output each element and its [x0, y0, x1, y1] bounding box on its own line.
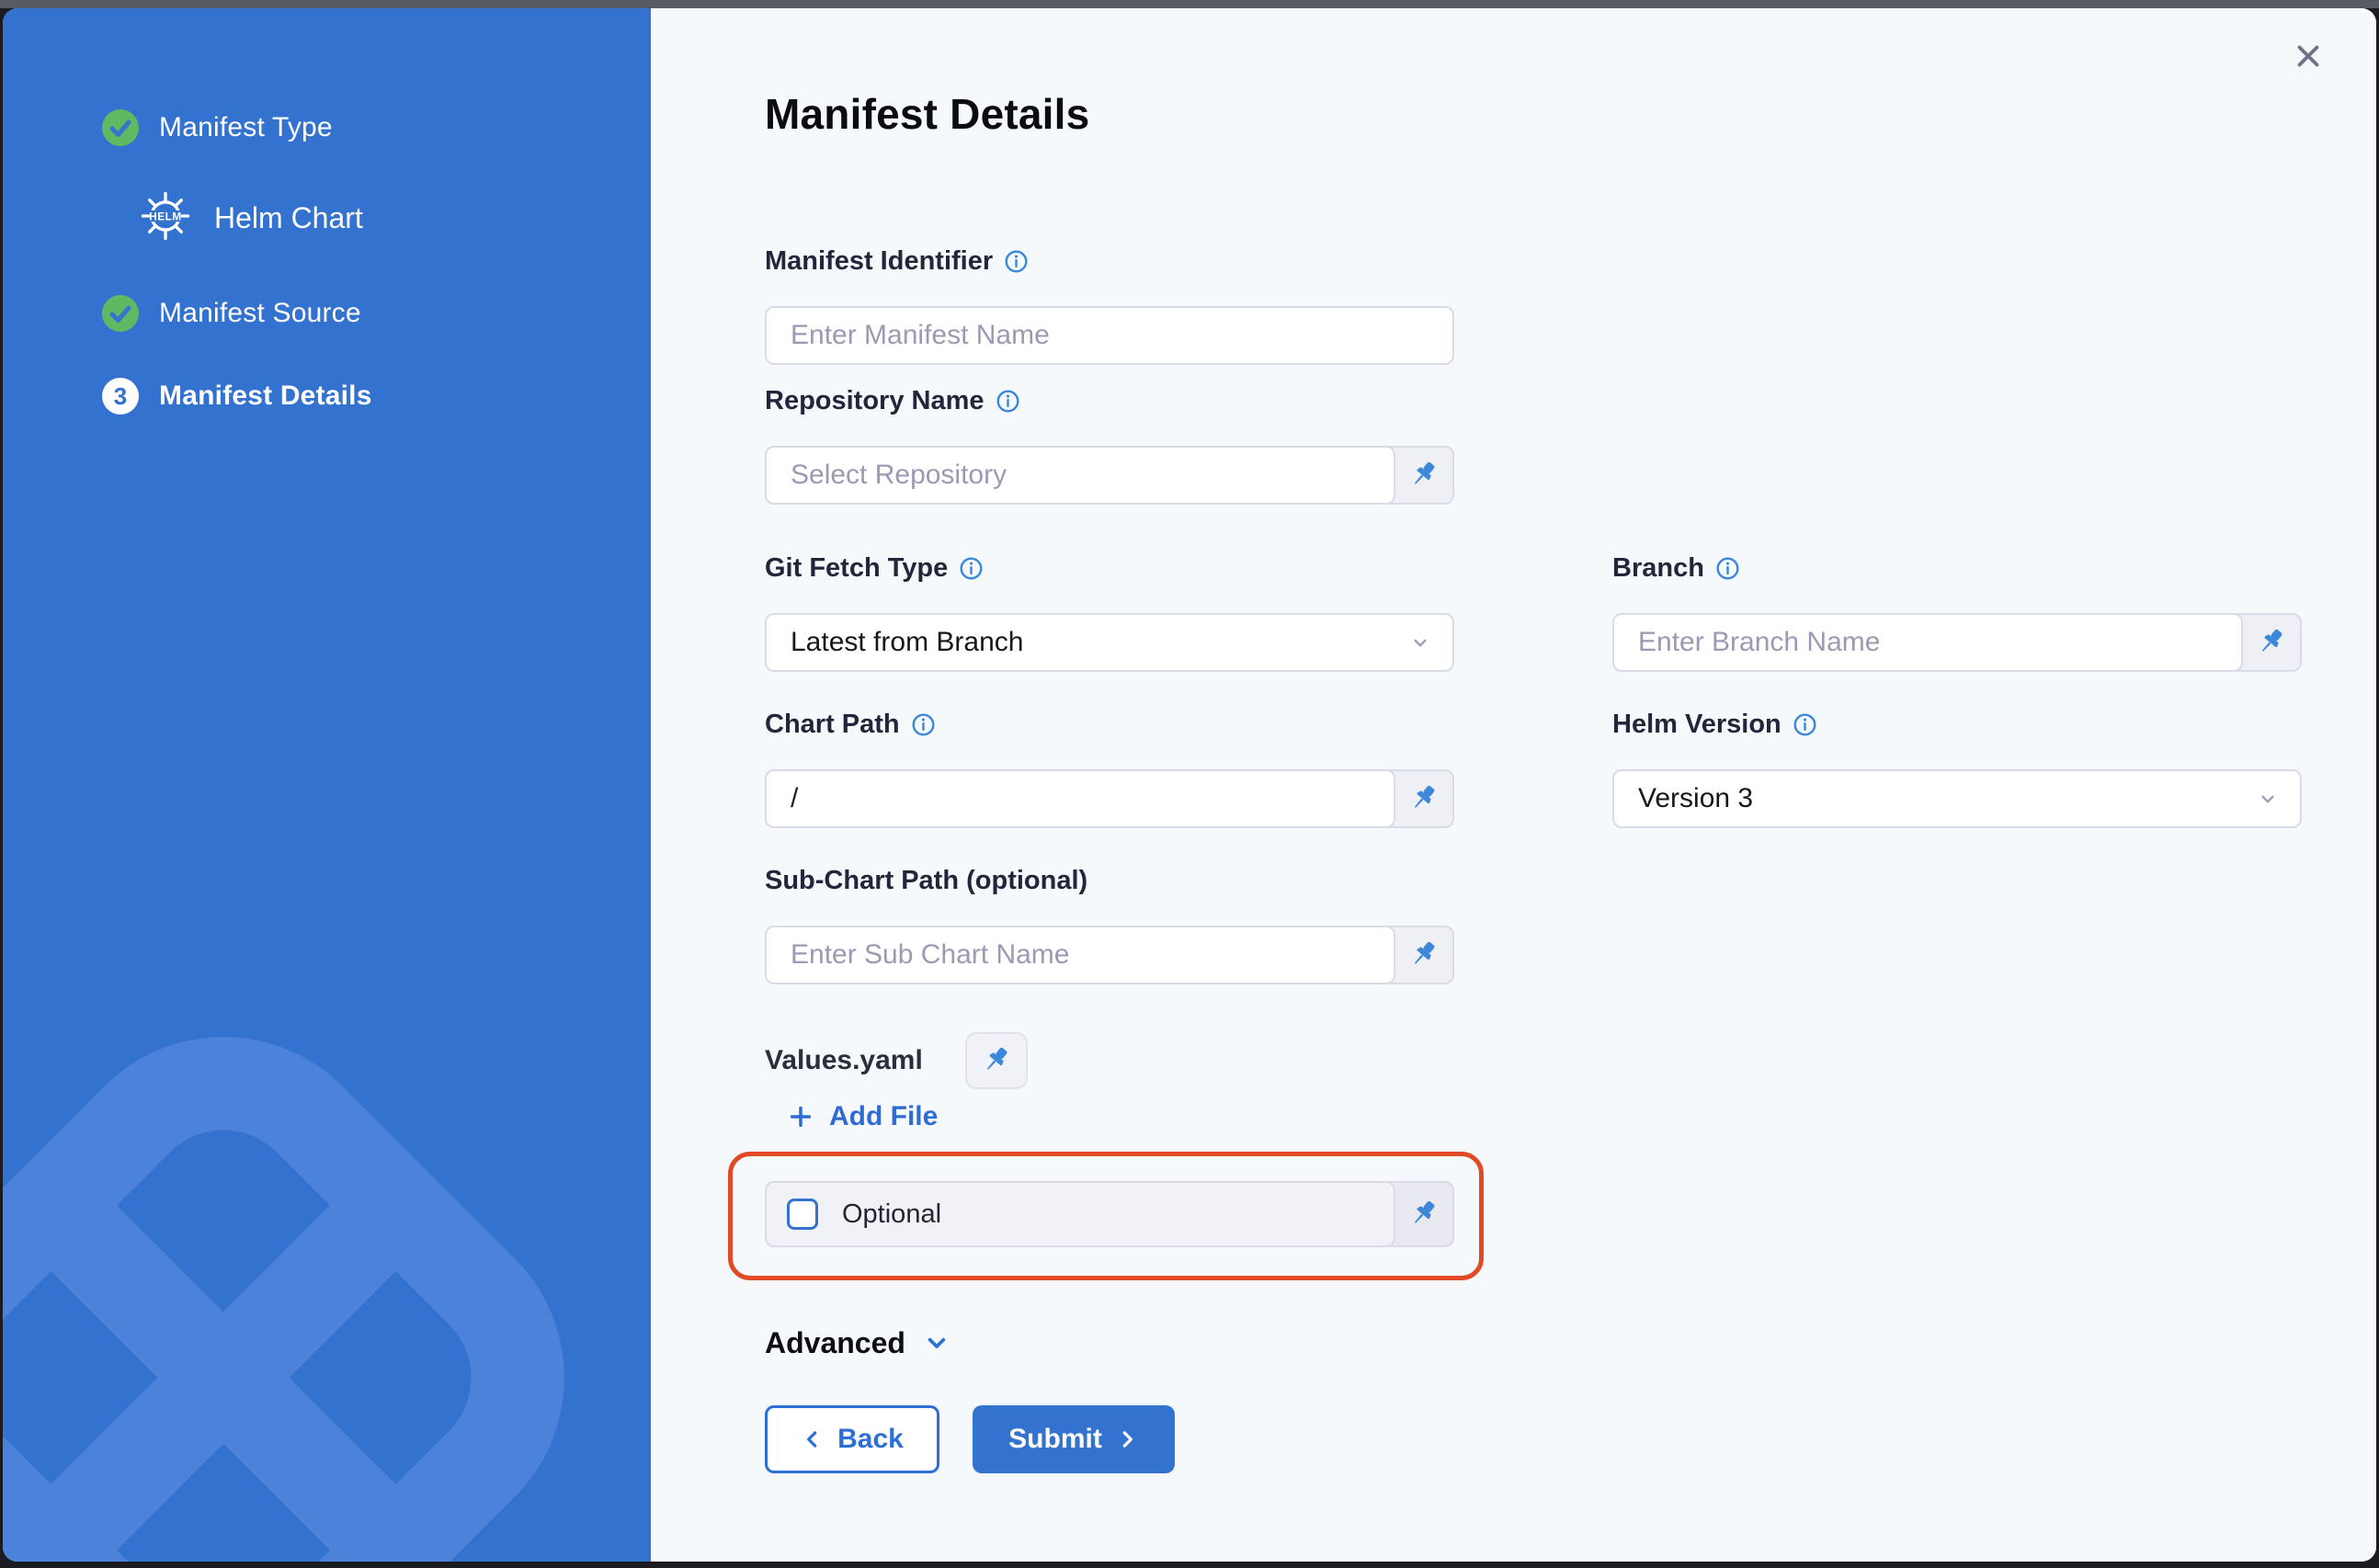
step-complete-icon	[102, 295, 139, 332]
pin-toggle-button[interactable]	[965, 1032, 1028, 1089]
manifest-wizard-dialog: Manifest Type HELM	[3, 8, 2376, 1562]
helm-icon-text: HELM	[149, 210, 181, 222]
step-manifest-type[interactable]: Manifest Type	[102, 100, 651, 155]
git-fetch-type-value: Latest from Branch	[791, 627, 1023, 658]
helm-version-label: Helm Version	[1612, 710, 1781, 740]
manifest-details-panel: Manifest Details Manifest Identifier Rep…	[651, 8, 2376, 1562]
selected-type-label: Helm Chart	[214, 201, 363, 235]
pin-toggle-button[interactable]	[1395, 771, 1452, 826]
pin-icon	[1407, 938, 1440, 971]
info-icon[interactable]	[959, 556, 984, 581]
optional-highlight-outline: Optional	[728, 1152, 1484, 1280]
chevron-left-icon	[801, 1427, 825, 1451]
step-label: Manifest Type	[159, 112, 333, 143]
pin-icon	[1407, 1198, 1440, 1231]
chevron-down-icon	[1408, 631, 1432, 654]
add-file-button[interactable]: Add File	[787, 1098, 1476, 1135]
git-fetch-type-label: Git Fetch Type	[765, 553, 948, 584]
step-manifest-details[interactable]: 3 Manifest Details	[102, 369, 651, 424]
git-fetch-type-group: Git Fetch Type Latest from Branch	[765, 552, 1454, 672]
info-icon[interactable]	[911, 712, 936, 737]
wizard-steps-sidebar: Manifest Type HELM	[3, 8, 651, 1562]
sub-chart-path-input[interactable]	[767, 927, 1394, 983]
branch-label: Branch	[1612, 553, 1704, 584]
chevron-right-icon	[1115, 1427, 1139, 1451]
dialog-actions: Back Submit	[765, 1405, 1454, 1473]
optional-checkbox[interactable]	[787, 1199, 818, 1230]
chart-path-input[interactable]	[767, 771, 1394, 826]
selected-manifest-type-helm-chart: HELM Helm Chart	[139, 188, 651, 247]
close-icon	[2291, 39, 2326, 74]
advanced-toggle[interactable]: Advanced	[765, 1324, 1454, 1361]
close-button[interactable]	[2288, 36, 2328, 76]
info-icon[interactable]	[1715, 556, 1740, 581]
helm-icon: HELM	[139, 189, 192, 247]
pin-icon	[1407, 459, 1440, 492]
manifest-identifier-input[interactable]	[767, 308, 1452, 363]
wizard-step-list: Manifest Type HELM	[3, 8, 651, 424]
step-complete-icon	[102, 109, 139, 146]
pin-toggle-button[interactable]	[2243, 615, 2300, 670]
repository-name-input[interactable]	[767, 448, 1394, 503]
back-button[interactable]: Back	[765, 1405, 939, 1473]
sub-chart-path-label: Sub-Chart Path (optional)	[765, 866, 1087, 896]
helm-version-group: Helm Version Version 3	[1612, 709, 2302, 828]
step-label: Manifest Details	[159, 381, 372, 412]
optional-checkbox-label: Optional	[842, 1199, 941, 1230]
chart-path-label: Chart Path	[765, 710, 900, 740]
pin-icon	[2255, 626, 2288, 659]
pin-toggle-button[interactable]	[1395, 448, 1452, 503]
step-manifest-source[interactable]: Manifest Source	[102, 286, 651, 341]
helm-version-select[interactable]: Version 3	[1612, 769, 2302, 828]
branch-group: Branch	[1612, 552, 2302, 672]
pin-toggle-button[interactable]	[1395, 927, 1452, 983]
pin-icon	[980, 1044, 1013, 1077]
submit-button-label: Submit	[1008, 1424, 1102, 1455]
helm-version-value: Version 3	[1638, 783, 1753, 814]
branch-input[interactable]	[1614, 615, 2241, 670]
step-number-badge: 3	[102, 378, 139, 415]
repository-name-group: Repository Name	[765, 385, 1454, 505]
manifest-identifier-group: Manifest Identifier	[765, 245, 1454, 365]
pin-toggle-button[interactable]	[1395, 1183, 1452, 1245]
chart-path-group: Chart Path	[765, 709, 1454, 828]
info-icon[interactable]	[996, 389, 1020, 414]
values-yaml-row: Values.yaml	[765, 1032, 1454, 1089]
advanced-label: Advanced	[765, 1326, 905, 1360]
chevron-down-icon	[2256, 787, 2280, 811]
pin-icon	[1407, 782, 1440, 815]
step-label: Manifest Source	[159, 298, 361, 329]
page-title: Manifest Details	[765, 89, 1089, 139]
window-top-edge	[0, 0, 2379, 8]
manifest-identifier-label: Manifest Identifier	[765, 246, 993, 277]
sub-chart-path-group: Sub-Chart Path (optional)	[765, 865, 1454, 984]
add-file-label: Add File	[829, 1101, 938, 1132]
info-icon[interactable]	[1793, 712, 1817, 737]
harness-logo-watermark	[3, 1019, 582, 1562]
info-icon[interactable]	[1004, 249, 1029, 274]
git-fetch-type-select[interactable]: Latest from Branch	[765, 613, 1454, 672]
back-button-label: Back	[837, 1424, 904, 1455]
values-yaml-label: Values.yaml	[765, 1032, 923, 1089]
optional-checkbox-field: Optional	[765, 1181, 1454, 1247]
repository-name-label: Repository Name	[765, 386, 985, 416]
plus-icon	[787, 1103, 814, 1131]
submit-button[interactable]: Submit	[973, 1405, 1175, 1473]
chevron-down-icon	[922, 1328, 951, 1358]
